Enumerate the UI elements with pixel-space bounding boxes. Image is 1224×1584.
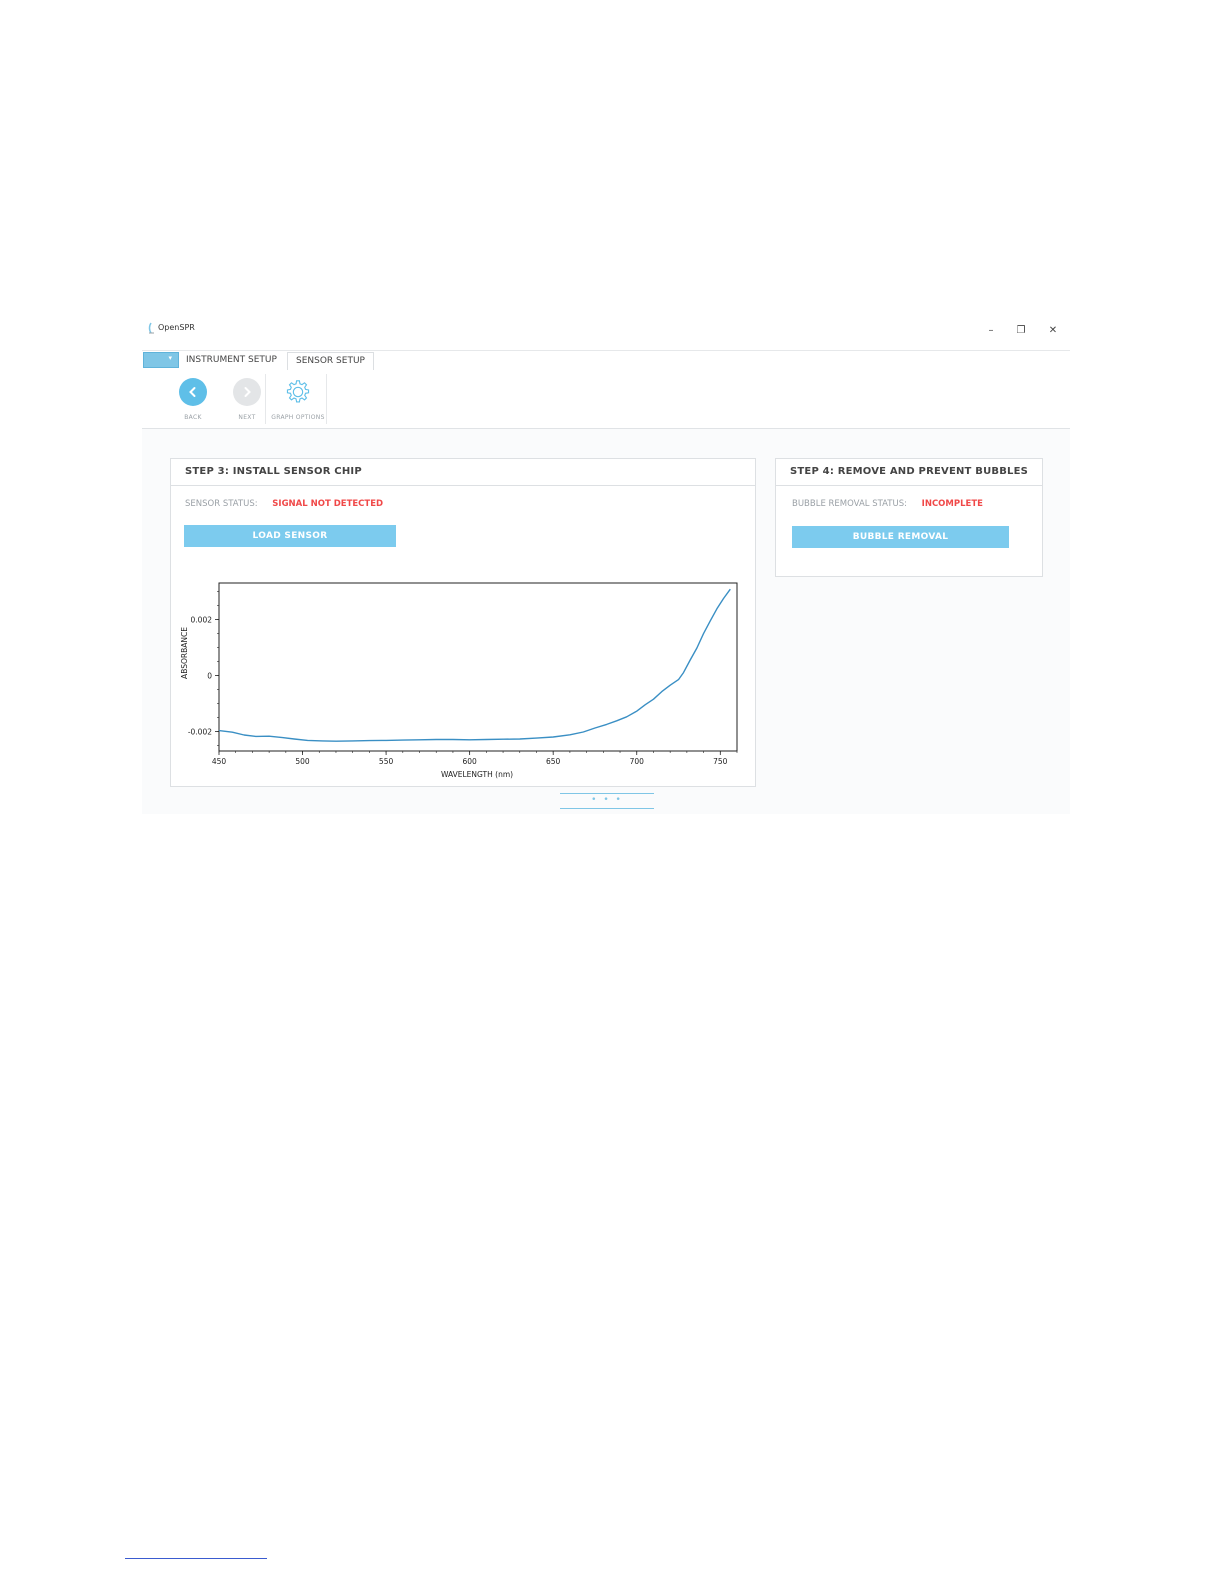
x-tick-label: 600 [462, 757, 477, 766]
tab-instrument-setup[interactable]: INSTRUMENT SETUP [178, 352, 285, 369]
app-logo-icon [148, 322, 154, 334]
step3-title: STEP 3: INSTALL SENSOR CHIP [171, 459, 755, 486]
plot-frame [218, 582, 738, 752]
load-sensor-button[interactable]: LOAD SENSOR [184, 525, 396, 547]
chevron-down-icon: ▾ [168, 354, 172, 362]
y-tick-label: 0 [207, 671, 212, 680]
chevron-right-icon [233, 378, 261, 406]
title-bar: OpenSPR – ❐ ✕ [142, 314, 1070, 350]
x-tick-label: 750 [713, 757, 728, 766]
toolbar: BACK NEXT GRAPH OPTIONS [142, 370, 1070, 429]
graph-options-button[interactable]: GRAPH OPTIONS [270, 374, 326, 421]
sensor-status-value: SIGNAL NOT DETECTED [272, 499, 384, 509]
y-tick-label: -0.002 [188, 727, 212, 736]
bubble-status-label: BUBBLE REMOVAL STATUS: [792, 499, 907, 509]
step3-panel: STEP 3: INSTALL SENSOR CHIP SENSOR STATU… [170, 458, 756, 787]
pager-handle[interactable]: • • • [560, 793, 654, 809]
toolbar-separator [326, 374, 327, 424]
x-tick-label: 550 [379, 757, 394, 766]
x-tick-label: 500 [295, 757, 310, 766]
bubble-status-value: INCOMPLETE [921, 499, 983, 509]
bubble-status-row: BUBBLE REMOVAL STATUS: INCOMPLETE [792, 499, 983, 509]
back-button[interactable]: BACK [168, 374, 218, 421]
chevron-left-icon [179, 378, 207, 406]
bubble-removal-button[interactable]: BUBBLE REMOVAL [792, 526, 1009, 548]
restore-button[interactable]: ❐ [1011, 320, 1031, 340]
app-title: OpenSPR [158, 323, 195, 332]
absorbance-chart: 450 500 550 600 650 700 750 -0.002 0 0.002 ABSORB… [180, 582, 738, 779]
x-tick-label: 450 [212, 757, 227, 766]
y-axis-label: ABSORBANCE [180, 627, 189, 679]
x-tick-label: 700 [630, 757, 645, 766]
x-tick-label: 650 [546, 757, 561, 766]
step4-title: STEP 4: REMOVE AND PREVENT BUBBLES [776, 459, 1042, 486]
toolbar-separator [265, 374, 266, 424]
minimize-button[interactable]: – [981, 320, 1001, 340]
sensor-status-label: SENSOR STATUS: [185, 499, 258, 509]
footnote-rule [125, 1558, 267, 1559]
step4-panel: STEP 4: REMOVE AND PREVENT BUBBLES BUBBL… [775, 458, 1043, 577]
app-window: OpenSPR – ❐ ✕ ▾ INSTRUMENT SETUP SENSOR … [142, 314, 1070, 814]
graph-options-label: GRAPH OPTIONS [271, 414, 325, 421]
back-label: BACK [184, 414, 202, 421]
x-axis-label: WAVELENGTH (nm) [441, 770, 513, 779]
tab-sensor-setup[interactable]: SENSOR SETUP [287, 352, 374, 370]
close-button[interactable]: ✕ [1043, 320, 1063, 340]
tab-bar: ▾ INSTRUMENT SETUP SENSOR SETUP [142, 350, 1070, 371]
sensor-status-row: SENSOR STATUS: SIGNAL NOT DETECTED [185, 499, 383, 509]
y-tick-label: 0.002 [191, 615, 213, 624]
app-menu-button[interactable]: ▾ [143, 352, 179, 368]
gear-icon [284, 378, 312, 406]
